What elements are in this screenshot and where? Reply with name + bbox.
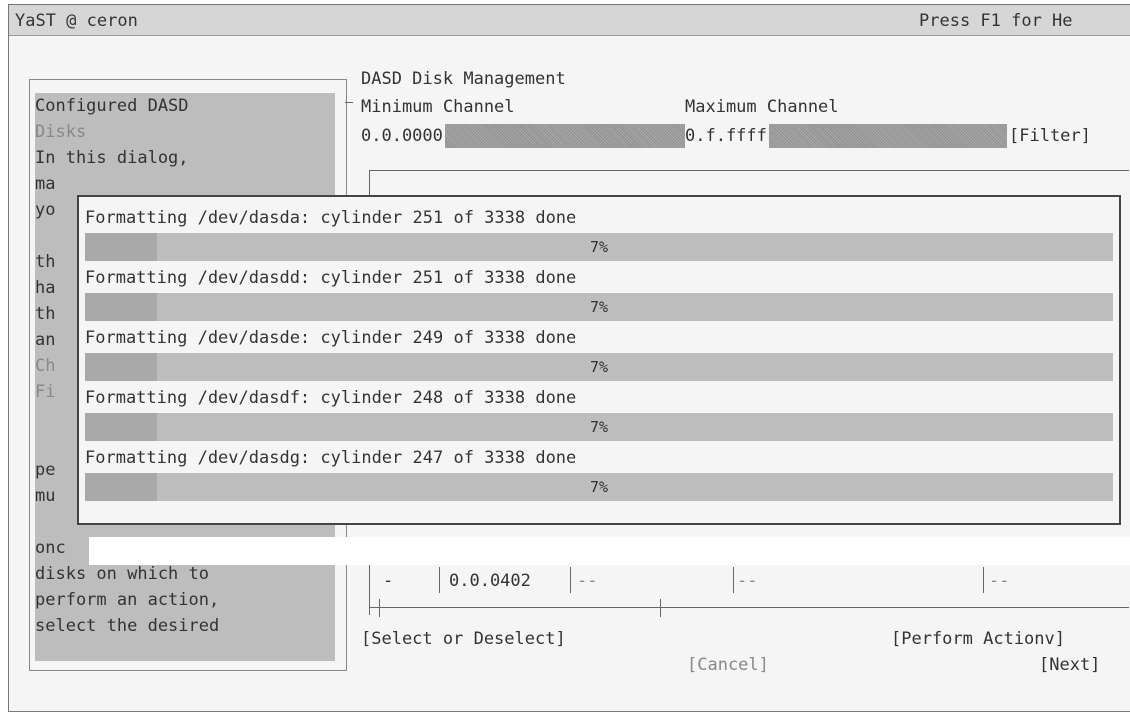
table-left-border xyxy=(369,170,370,198)
max-channel-value: 0.f.ffff xyxy=(685,124,769,148)
select-deselect-button[interactable]: [Select or Deselect] xyxy=(361,629,566,649)
help-line: th xyxy=(35,252,56,272)
table-cell: -- xyxy=(577,571,598,591)
table-top-border xyxy=(369,170,1129,171)
progress-bar-dasdf: 7% xyxy=(85,413,1113,441)
progress-bar-dasdg: 7% xyxy=(85,473,1113,501)
frame-connector xyxy=(345,102,353,103)
help-line: Fi xyxy=(35,382,56,402)
help-line: pe xyxy=(35,460,56,480)
help-line: an xyxy=(35,330,56,350)
cancel-button[interactable]: [Cancel] xyxy=(687,655,769,675)
help-title: Configured DASD xyxy=(35,96,189,116)
min-channel-label: Minimum Channel xyxy=(361,97,515,117)
terminal-window: YaST @ ceron Press F1 for He Configured … xyxy=(8,4,1130,712)
table-cell: -- xyxy=(989,571,1010,591)
column-divider xyxy=(983,567,984,593)
help-line: mu xyxy=(35,486,56,506)
min-channel-input[interactable]: 0.0.0000 xyxy=(361,124,685,148)
table-cell: - xyxy=(383,571,394,591)
help-line: ma xyxy=(35,174,56,194)
column-divider xyxy=(439,567,440,593)
help-line: Ch xyxy=(35,356,56,376)
help-hint: Press F1 for He xyxy=(919,11,1073,31)
help-line: th xyxy=(35,304,56,324)
table-highlight-row xyxy=(89,537,1130,565)
scrollbar-thumb-start xyxy=(379,599,380,617)
column-divider xyxy=(733,567,734,593)
title-bar: YaST @ ceron Press F1 for He xyxy=(9,5,1130,36)
max-channel-input[interactable]: 0.f.ffff xyxy=(685,124,1007,148)
help-line: onc xyxy=(35,538,66,558)
progress-percent: 7% xyxy=(589,478,609,496)
table-cell-channel: 0.0.0402 xyxy=(449,571,531,591)
help-line: ha xyxy=(35,278,56,298)
window-title: YaST @ ceron xyxy=(15,11,138,31)
help-title-cont: Disks xyxy=(35,122,87,142)
progress-percent: 7% xyxy=(589,358,609,376)
format-status-dasda: Formatting /dev/dasda: cylinder 251 of 3… xyxy=(85,208,577,228)
formatting-progress-dialog: Formatting /dev/dasda: cylinder 251 of 3… xyxy=(77,195,1121,525)
format-status-dasdf: Formatting /dev/dasdf: cylinder 248 of 3… xyxy=(85,388,577,408)
page-title: DASD Disk Management xyxy=(361,69,566,89)
scrollbar-thumb-end xyxy=(660,599,661,617)
help-line: select the desired xyxy=(35,616,220,636)
perform-action-button[interactable]: [Perform Actionv] xyxy=(891,629,1065,649)
progress-percent: 7% xyxy=(589,298,609,316)
progress-percent: 7% xyxy=(589,418,609,436)
horizontal-scrollbar-track[interactable] xyxy=(369,607,1129,608)
help-line: yo xyxy=(35,200,56,220)
progress-percent: 7% xyxy=(589,238,609,256)
progress-bar-dasdd: 7% xyxy=(85,293,1113,321)
table-cell: -- xyxy=(737,571,758,591)
filter-button[interactable]: [Filter] xyxy=(1009,126,1091,146)
max-channel-label: Maximum Channel xyxy=(685,97,839,117)
next-button[interactable]: [Next] xyxy=(1039,655,1100,675)
format-status-dasde: Formatting /dev/dasde: cylinder 249 of 3… xyxy=(85,328,577,348)
format-status-dasdd: Formatting /dev/dasdd: cylinder 251 of 3… xyxy=(85,268,577,288)
help-line: perform an action, xyxy=(35,590,220,610)
help-line: In this dialog, xyxy=(35,148,189,168)
progress-bar-dasde: 7% xyxy=(85,353,1113,381)
column-divider xyxy=(570,567,571,593)
min-channel-value: 0.0.0000 xyxy=(361,124,445,148)
format-status-dasdg: Formatting /dev/dasdg: cylinder 247 of 3… xyxy=(85,448,577,468)
progress-bar-dasda: 7% xyxy=(85,233,1113,261)
